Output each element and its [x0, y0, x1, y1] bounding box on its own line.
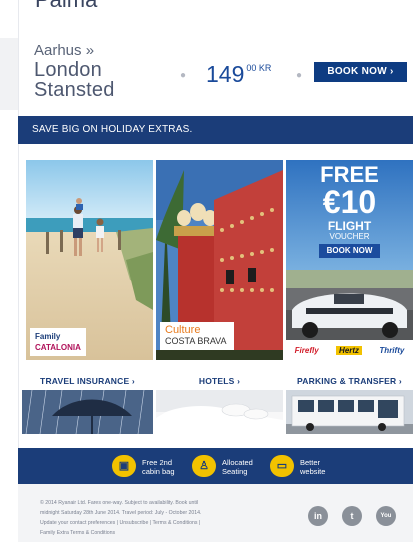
- price-currency: 00 KR: [246, 63, 272, 73]
- holiday-extras-banner: SAVE BIG ON HOLIDAY EXTRAS.: [18, 116, 413, 144]
- voucher-word: VOUCHER: [329, 232, 370, 241]
- legal-line[interactable]: Family Extra Terms & Conditions: [40, 528, 290, 538]
- culture-label: Culture COSTA BRAVA: [160, 322, 234, 350]
- monitor-icon: ▭: [270, 455, 294, 477]
- parking-transfer-tile[interactable]: PARKING & TRANSFER ›: [286, 372, 413, 434]
- tile-place: COSTA BRAVA: [165, 336, 227, 346]
- perk-line2: website: [300, 467, 326, 476]
- flight-voucher-tile[interactable]: FREE €10 FLIGHT VOUCHER BOOK NOW Firefly…: [286, 160, 413, 360]
- legal-line: midnight Saturday 28th June 2014. Travel…: [40, 510, 202, 516]
- legal-links[interactable]: Update your contact preferences | Unsubs…: [40, 518, 290, 528]
- partner-logos: Firefly Hertz Thrifty: [286, 340, 413, 360]
- perk-line1: Better: [300, 458, 321, 467]
- email-page: Palma Aarhus » London Stansted ● 14900 K…: [0, 0, 413, 542]
- legal-line: © 2014 Ryanair Ltd. Fares one-way. Subje…: [40, 500, 199, 506]
- perk-allocated-seating: Allocated Seating: [222, 458, 253, 476]
- legal-text: © 2014 Ryanair Ltd. Fares one-way. Subje…: [40, 498, 290, 538]
- bag-icon: ▣: [112, 455, 136, 477]
- tile-category: Family: [35, 332, 61, 341]
- airport-bus-image: [286, 390, 413, 434]
- culture-costa-brava-tile[interactable]: Culture COSTA BRAVA: [156, 160, 283, 360]
- perks-band: ▣ Free 2nd cabin bag ♙ Allocated Seating…: [18, 448, 413, 484]
- hotels-tile[interactable]: HOTELS ›: [156, 372, 283, 434]
- perk-cabin-bag: Free 2nd cabin bag: [142, 458, 175, 476]
- tile-category: Culture: [165, 324, 201, 336]
- hotel-bed-image: [156, 390, 283, 434]
- legal-footer: © 2014 Ryanair Ltd. Fares one-way. Subje…: [18, 484, 413, 542]
- voucher-flight: FLIGHT: [327, 219, 372, 233]
- family-catalonia-tile[interactable]: Family CATALONIA: [26, 160, 153, 360]
- service-label: PARKING & TRANSFER ›: [297, 376, 402, 386]
- service-label: HOTELS ›: [198, 376, 241, 386]
- previous-route-destination: Palma: [35, 0, 215, 12]
- perk-better-website: Better website: [300, 458, 325, 476]
- twitter-icon[interactable]: t: [342, 506, 362, 526]
- perk-line2: cabin bag: [142, 467, 175, 476]
- voucher-overlay: FREE €10 FLIGHT VOUCHER BOOK NOW: [286, 160, 413, 360]
- route-text: Aarhus » London Stansted: [34, 42, 115, 100]
- perk-line1: Free 2nd: [142, 458, 173, 467]
- route-offer-row[interactable]: Aarhus » London Stansted ● 149 00 KR ● BO…: [0, 38, 413, 110]
- travel-insurance-tile[interactable]: TRAVEL INSURANCE ›: [22, 372, 153, 434]
- tile-place: CATALONIA: [35, 343, 81, 352]
- perk-line1: Allocated: [222, 458, 253, 467]
- book-now-button[interactable]: BOOK NOW ›: [314, 62, 407, 82]
- price-amount: 149: [206, 61, 245, 87]
- services-row: TRAVEL INSURANCE › HOTELS › PARKING & TR…: [22, 372, 413, 434]
- hertz-logo: Hertz: [336, 345, 363, 355]
- linkedin-icon[interactable]: in: [308, 506, 328, 526]
- separator-dot: ●: [180, 70, 187, 81]
- route-origin: Aarhus »: [34, 42, 95, 59]
- route-price: 149 00 KR: [206, 61, 271, 88]
- youtube-icon[interactable]: You: [376, 506, 396, 526]
- perk-line2: Seating: [222, 467, 248, 476]
- rain-umbrella-image: [22, 390, 153, 434]
- route-destination-line2: Stansted: [34, 79, 115, 101]
- voucher-amount: €10: [322, 184, 377, 220]
- offer-tiles: Family CATALONIA Culture COSTA BRAVA FRE…: [26, 160, 413, 360]
- thrifty-logo: Thrifty: [379, 345, 405, 355]
- firefly-logo: Firefly: [294, 345, 319, 355]
- separator-dot: ●: [296, 70, 303, 81]
- route-destination-line1: London: [34, 59, 102, 81]
- voucher-book-now-button[interactable]: BOOK NOW: [319, 244, 380, 258]
- seat-icon: ♙: [192, 455, 216, 477]
- family-label: Family CATALONIA: [30, 328, 86, 356]
- service-label: TRAVEL INSURANCE ›: [40, 376, 135, 386]
